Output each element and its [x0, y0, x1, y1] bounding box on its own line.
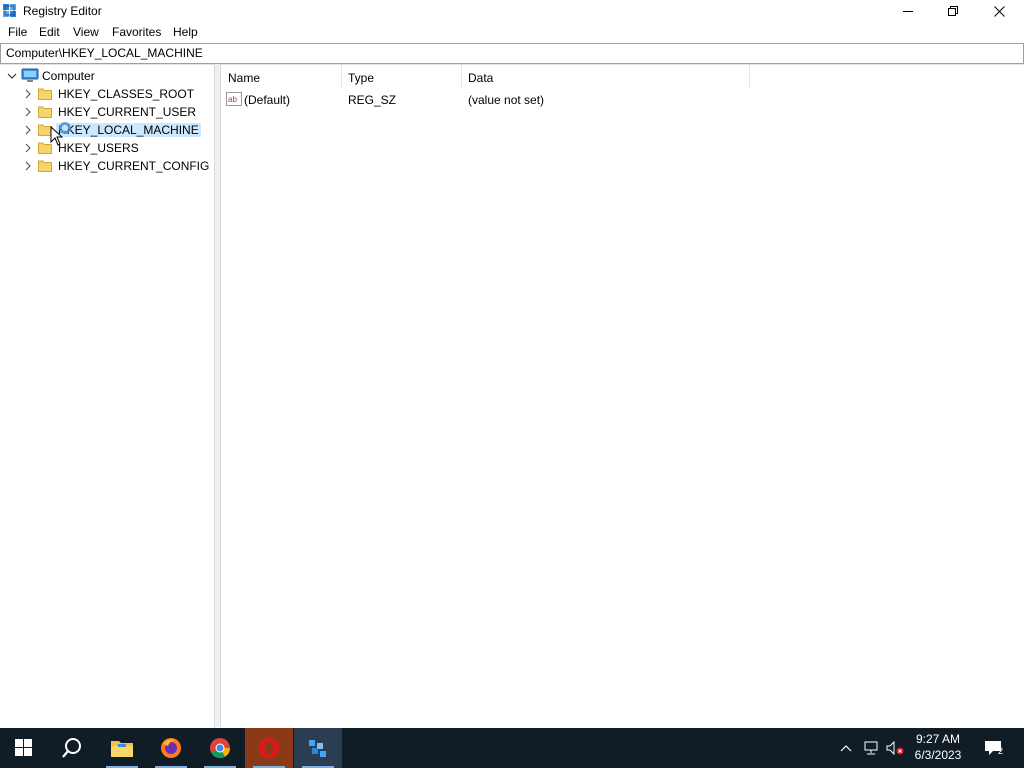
menu-file[interactable]: File: [8, 25, 27, 39]
tree-item-computer[interactable]: Computer: [0, 67, 214, 85]
folder-icon: [38, 106, 52, 118]
firefox-icon: [161, 738, 181, 758]
chevron-right-icon[interactable]: [23, 107, 33, 117]
taskbar-clock[interactable]: 9:27 AM 6/3/2023: [906, 731, 970, 763]
start-icon: [15, 739, 32, 756]
svg-text:ab: ab: [228, 95, 237, 104]
column-header-data[interactable]: Data: [461, 65, 750, 89]
chevron-right-icon[interactable]: [23, 143, 33, 153]
key-tree-panel[interactable]: Computer HKEY_CLASSES_ROOT HKEY_CURRENT_…: [0, 64, 215, 728]
folder-icon: [38, 88, 52, 100]
chevron-up-icon: [840, 745, 852, 752]
column-header-type[interactable]: Type: [341, 65, 462, 89]
folder-icon: [38, 160, 52, 172]
network-button[interactable]: [860, 728, 882, 768]
tree-label[interactable]: HKEY_CLASSES_ROOT: [56, 87, 196, 101]
value-data: (value not set): [468, 93, 545, 107]
chrome-button[interactable]: [196, 728, 244, 768]
value-name[interactable]: (Default): [244, 93, 290, 107]
address-path[interactable]: Computer\HKEY_LOCAL_MACHINE: [6, 46, 203, 60]
tree-label-computer[interactable]: Computer: [40, 69, 97, 83]
tree-label[interactable]: HKEY_CURRENT_CONFIG: [56, 159, 211, 173]
show-hidden-icons-button[interactable]: [836, 728, 856, 768]
registry-editor-icon: [309, 740, 326, 757]
minimize-button[interactable]: [885, 0, 931, 23]
column-header-name[interactable]: Name: [221, 65, 342, 89]
window-title: Registry Editor: [23, 4, 102, 18]
menu-view[interactable]: View: [73, 25, 99, 39]
menu-favorites[interactable]: Favorites: [112, 25, 161, 39]
tree-label[interactable]: HKEY_CURRENT_USER: [56, 105, 198, 119]
network-icon: [864, 741, 878, 755]
value-type: REG_SZ: [348, 93, 397, 107]
menu-help[interactable]: Help: [173, 25, 198, 39]
chevron-right-icon[interactable]: [23, 161, 33, 171]
string-value-icon: ab: [226, 92, 242, 106]
menu-edit[interactable]: Edit: [39, 25, 60, 39]
search-icon: [62, 738, 81, 758]
title-bar: Registry Editor: [0, 0, 1024, 23]
volume-muted-icon: [886, 741, 904, 755]
list-item[interactable]: ab (Default) REG_SZ (value not set): [221, 91, 821, 109]
tree-item-hkey-classes-root[interactable]: HKEY_CLASSES_ROOT: [0, 85, 214, 103]
close-icon: [993, 6, 1005, 17]
chevron-right-icon[interactable]: [23, 89, 33, 99]
firefox-button[interactable]: [147, 728, 195, 768]
minimize-icon: [902, 11, 913, 12]
clock-date: 6/3/2023: [914, 748, 962, 762]
chevron-down-icon[interactable]: [7, 71, 17, 81]
chevron-right-icon[interactable]: [23, 125, 33, 135]
notification-count: 2: [998, 746, 1004, 756]
computer-icon: [21, 68, 39, 82]
file-explorer-icon: [111, 741, 133, 757]
restore-icon: [947, 6, 958, 16]
tree-label-selected[interactable]: HKEY_LOCAL_MACHINE: [56, 123, 201, 137]
busy-indicator-icon: [59, 122, 71, 134]
opera-icon: [259, 738, 279, 758]
tree-item-hkey-local-machine[interactable]: HKEY_LOCAL_MACHINE: [0, 121, 214, 139]
address-bar[interactable]: Computer\HKEY_LOCAL_MACHINE: [0, 43, 1024, 64]
restore-button[interactable]: [930, 0, 976, 23]
clock-time: 9:27 AM: [915, 732, 961, 746]
close-button[interactable]: [976, 0, 1022, 23]
menu-bar: File Edit View Favorites Help: [0, 23, 1024, 42]
volume-button[interactable]: [884, 728, 906, 768]
search-button[interactable]: [48, 728, 96, 768]
start-button[interactable]: [0, 728, 48, 768]
chrome-icon: [210, 738, 231, 759]
tree-label[interactable]: HKEY_USERS: [56, 141, 141, 155]
taskbar: 9:27 AM 6/3/2023 2: [0, 728, 1024, 768]
tree-item-hkey-current-user[interactable]: HKEY_CURRENT_USER: [0, 103, 214, 121]
tree-item-hkey-current-config[interactable]: HKEY_CURRENT_CONFIG: [0, 157, 214, 175]
file-explorer-button[interactable]: [98, 728, 146, 768]
opera-button[interactable]: [245, 728, 293, 768]
tree-item-hkey-users[interactable]: HKEY_USERS: [0, 139, 214, 157]
registry-editor-app-icon: [3, 4, 16, 17]
registry-editor-button[interactable]: [294, 728, 342, 768]
values-list-panel[interactable]: Name Type Data ab (Default) REG_SZ (valu…: [221, 64, 1024, 728]
